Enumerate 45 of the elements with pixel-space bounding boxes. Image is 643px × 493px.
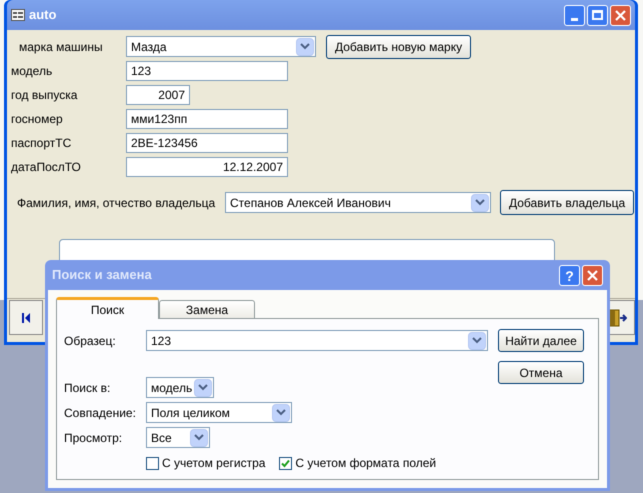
input-field[interactable]: мми123пп <box>126 108 288 128</box>
form-icon <box>11 9 25 21</box>
field-label: датаПослТО <box>11 158 82 176</box>
input-field[interactable]: 2007 <box>126 84 190 104</box>
checkbox[interactable] <box>146 456 159 470</box>
input-field[interactable]: 2ВЕ-123456 <box>126 132 288 152</box>
close-icon <box>615 10 626 20</box>
door-exit-icon <box>609 308 627 326</box>
dialog-title: Поиск и замена <box>52 266 153 284</box>
tab[interactable]: Замена <box>159 300 255 319</box>
field-label: модель <box>11 62 54 80</box>
help-button[interactable]: ? <box>559 264 580 286</box>
field-label: Совпадение: <box>64 404 137 422</box>
combo-box[interactable]: модель <box>146 377 214 398</box>
combo-box[interactable]: 123 <box>146 330 488 351</box>
field-label: Образец: <box>64 332 117 350</box>
minimize-button[interactable] <box>564 4 585 26</box>
close-button[interactable] <box>610 4 631 26</box>
checkbox-label: С учетом регистра <box>162 455 266 472</box>
tab[interactable]: Поиск <box>56 297 159 319</box>
input-field[interactable]: 12.12.2007 <box>126 156 288 176</box>
field-label: Фамилия, имя, отчество владельца <box>17 194 216 212</box>
field-label: марка машины <box>18 38 104 56</box>
input-field[interactable]: 123 <box>126 60 288 80</box>
push-button[interactable]: Добавить новую марку <box>326 34 472 58</box>
push-button[interactable]: Найти далее <box>498 329 584 352</box>
field-label: Просмотр: <box>64 430 124 446</box>
combo-box[interactable]: Степанов Алексей Иванович <box>225 192 491 213</box>
maximize-button[interactable] <box>587 4 608 26</box>
first-record-button[interactable] <box>9 300 43 335</box>
checkbox-label: С учетом формата полей <box>295 455 436 472</box>
field-label: год выпуска <box>11 86 78 104</box>
field-label: госномер <box>11 110 64 128</box>
window-title: auto <box>29 6 58 24</box>
combo-box[interactable]: Поля целиком <box>146 402 292 423</box>
first-record-icon <box>22 312 30 322</box>
field-label: паспортТС <box>11 134 72 152</box>
close-button[interactable] <box>582 264 603 286</box>
checkbox[interactable] <box>279 456 292 470</box>
field-label: Поиск в: <box>64 380 112 396</box>
push-button[interactable]: Добавить владельца <box>500 190 634 215</box>
combo-box[interactable]: Мазда <box>126 36 316 57</box>
close-icon <box>587 270 598 280</box>
combo-box[interactable]: Все <box>146 427 210 448</box>
push-button[interactable]: Отмена <box>498 361 584 384</box>
